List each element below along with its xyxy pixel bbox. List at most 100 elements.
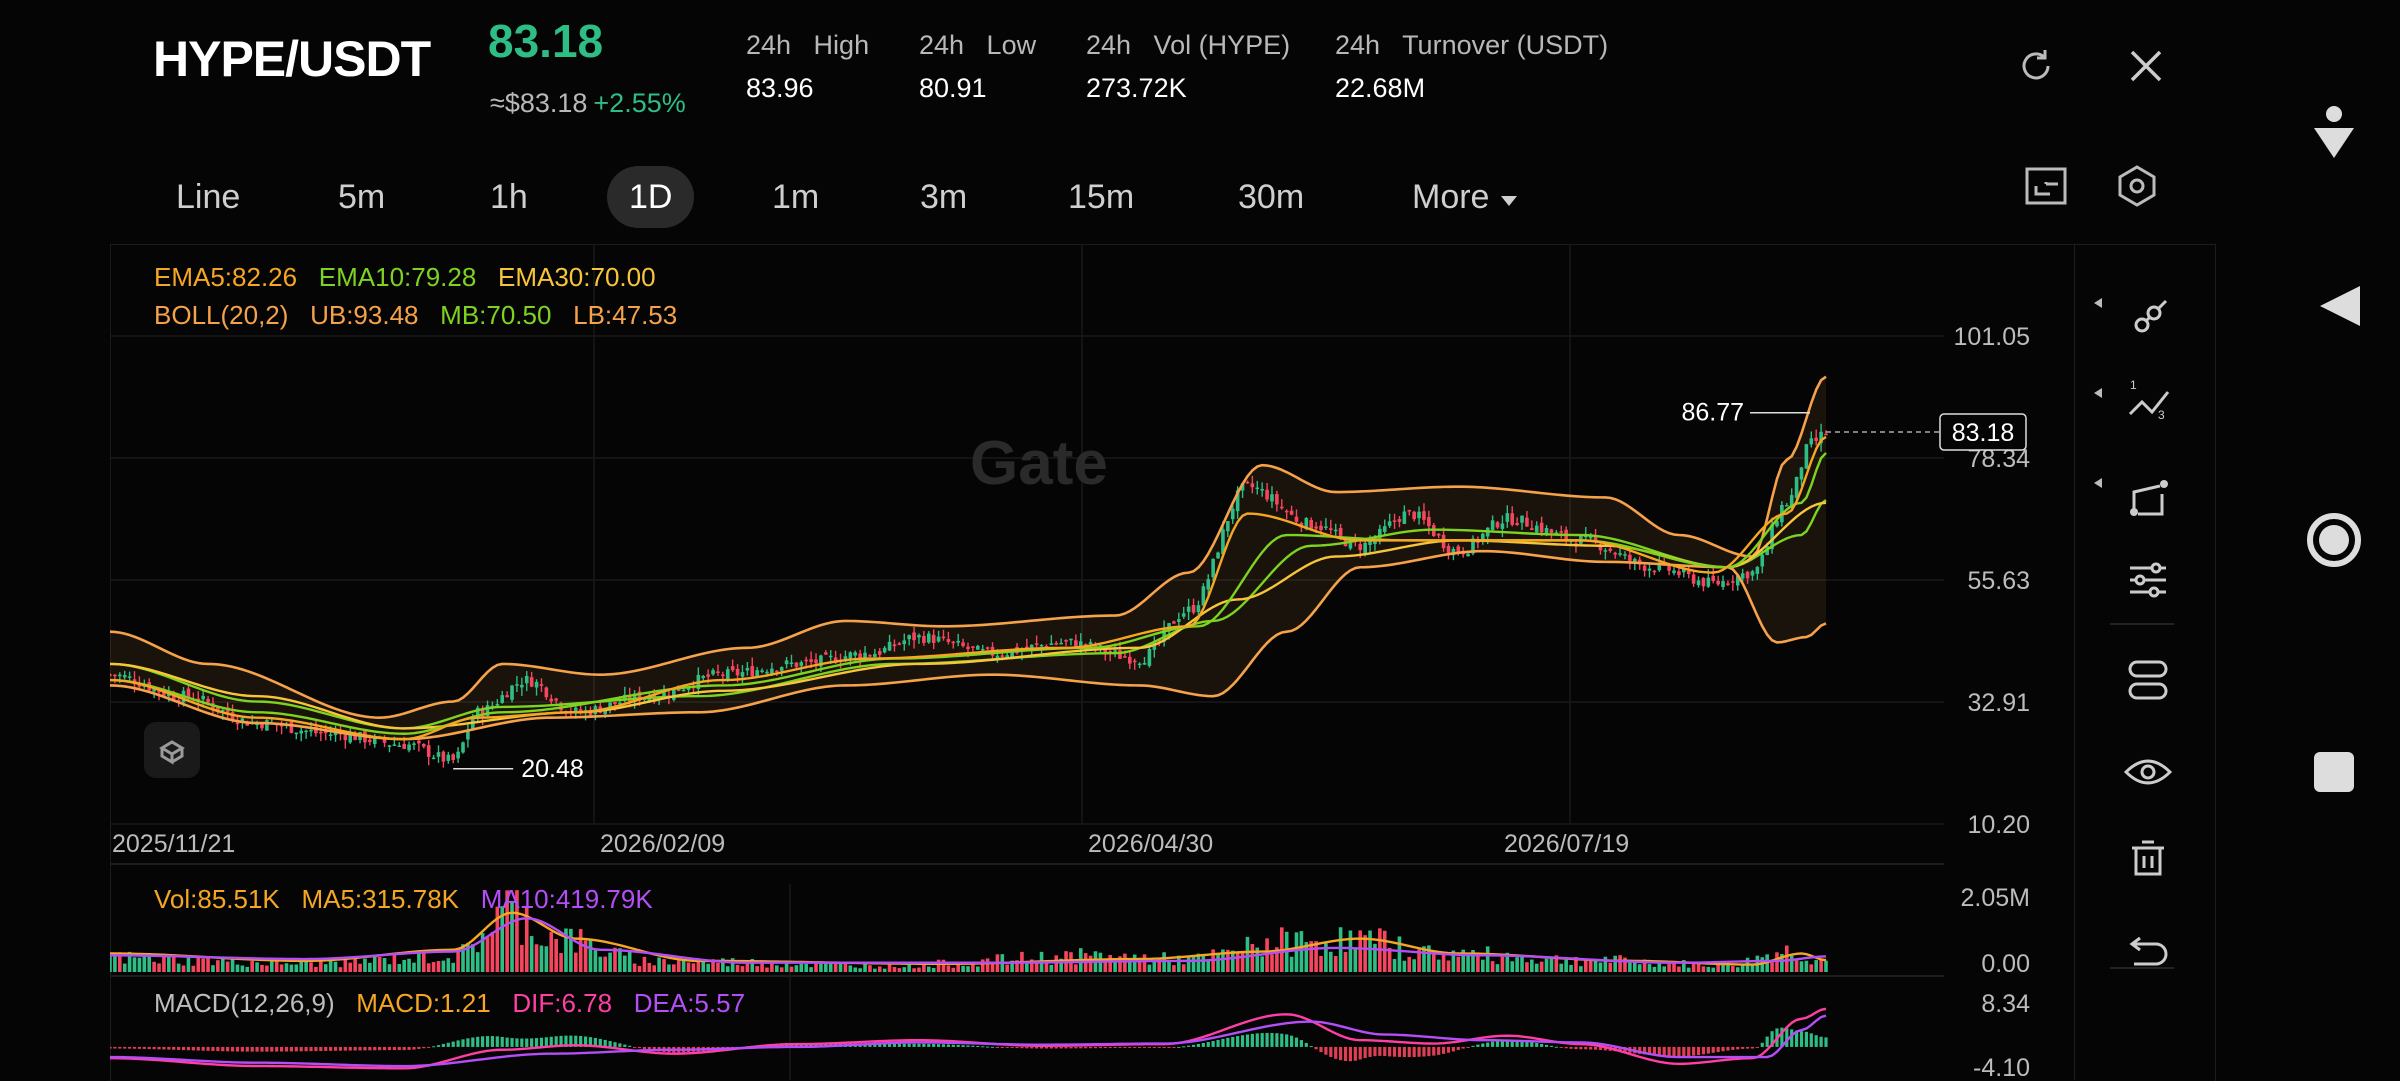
chart-svg[interactable]: Gate 2.05M0.00 8.34-4.10 101.0578.3455.6… [110, 244, 2074, 1080]
macd-bar [338, 1046, 343, 1051]
volume-bar [755, 966, 759, 972]
macd-bar [1206, 1042, 1210, 1047]
volume-bar [167, 956, 171, 972]
back-icon[interactable] [2320, 286, 2360, 326]
macd-bar [1314, 1046, 1318, 1050]
macd-bar [1422, 1046, 1426, 1057]
trend-line-icon[interactable] [2134, 299, 2168, 333]
stat-vol: 24h Vol (HYPE) 273.72K [1086, 30, 1290, 104]
chart-mode-button[interactable] [144, 722, 200, 778]
eye-icon[interactable] [2123, 759, 2173, 785]
candle [1446, 545, 1451, 553]
candle [1226, 521, 1230, 532]
tab-1d[interactable]: 1D [607, 166, 695, 228]
candle [1721, 581, 1725, 587]
volume-bar [1132, 954, 1137, 972]
volume-bar [1794, 960, 1799, 972]
volume-bar [1333, 956, 1338, 972]
tab-1m[interactable]: 1m [750, 166, 841, 228]
candle [711, 670, 715, 675]
macd-bar [177, 1046, 181, 1050]
adjust-icon[interactable] [2130, 562, 2166, 598]
macd-bar [628, 1045, 632, 1047]
macd-bar [1177, 1046, 1181, 1048]
volume-bar [946, 965, 951, 972]
macd-bar [1809, 1033, 1813, 1047]
macd-bar [294, 1046, 298, 1052]
trash-icon[interactable] [2132, 840, 2164, 876]
volume-bar [784, 963, 789, 972]
candle [1191, 604, 1196, 613]
candle [1701, 578, 1706, 587]
tab-line[interactable]: Line [154, 166, 262, 228]
candle [122, 675, 127, 678]
candle [976, 645, 980, 650]
candle [1559, 531, 1564, 533]
macd-bar [481, 1036, 485, 1047]
candle [456, 751, 460, 759]
macd-bar [1378, 1046, 1382, 1056]
candle [1147, 648, 1152, 666]
refresh-icon[interactable] [2016, 46, 2056, 86]
accessibility-icon[interactable] [2314, 106, 2354, 158]
volume-bar [1108, 954, 1112, 972]
macd-bar [642, 1046, 647, 1050]
volume-bar [348, 962, 353, 972]
indicator-icon[interactable] [2128, 660, 2168, 700]
macd-bar [525, 1038, 529, 1047]
macd-bar [1461, 1046, 1465, 1049]
volume-bar [706, 963, 710, 972]
recents-icon[interactable] [2314, 752, 2354, 792]
candle [201, 695, 205, 700]
macd-bar [319, 1046, 323, 1052]
volume-bar [1407, 956, 1412, 972]
macd-bar [637, 1046, 642, 1049]
more-dropdown[interactable]: More [1390, 166, 1541, 228]
volume-bar [132, 957, 137, 972]
macd-bar [623, 1044, 627, 1047]
undo-icon[interactable] [2129, 936, 2168, 966]
shape-icon[interactable] [2130, 480, 2168, 516]
volume-bar [1113, 961, 1117, 972]
change-pct: +2.55% [593, 88, 686, 118]
settings-icon[interactable] [2115, 164, 2159, 208]
macd-bar [1167, 1046, 1171, 1048]
candle [407, 744, 411, 751]
macd-bar [422, 1046, 426, 1049]
volume-bar [1441, 953, 1446, 972]
candle [892, 644, 897, 647]
macd-bar [1476, 1044, 1480, 1047]
fib-icon[interactable]: 13 [2128, 378, 2170, 422]
candle [1329, 528, 1333, 531]
macd-bar [1564, 1046, 1568, 1049]
candle [1422, 511, 1426, 520]
candle [1059, 642, 1063, 645]
macd-legend: MACD(12,26,9) MACD:1.21 DIF:6.78 DEA:5.5… [154, 988, 745, 1019]
macd-bar [971, 1045, 975, 1047]
candle [265, 720, 269, 731]
volume-bar [544, 946, 549, 972]
tab-1h[interactable]: 1h [468, 166, 550, 228]
macd-bar [1731, 1046, 1735, 1050]
home-icon[interactable] [2307, 513, 2361, 567]
volume-bar [1603, 956, 1608, 972]
volume-bar [368, 962, 372, 972]
tab-3m[interactable]: 3m [898, 166, 989, 228]
close-icon[interactable] [2128, 48, 2164, 84]
macd-bar [1187, 1045, 1191, 1047]
volume-bar [1049, 964, 1054, 972]
macd-bar [1819, 1036, 1823, 1047]
fullscreen-icon[interactable] [2024, 166, 2068, 206]
macd-bar [1172, 1046, 1176, 1048]
tab-15m[interactable]: 15m [1046, 166, 1156, 228]
macd-bar [147, 1046, 151, 1050]
macd-bar [1682, 1046, 1686, 1057]
candle [701, 676, 706, 679]
tab-5m[interactable]: 5m [316, 166, 407, 228]
candle [1319, 525, 1323, 531]
candle [1490, 520, 1495, 530]
tab-30m[interactable]: 30m [1216, 166, 1326, 228]
volume-bar [235, 964, 240, 972]
macd-bar [1250, 1033, 1254, 1047]
volume-bar [637, 966, 642, 972]
